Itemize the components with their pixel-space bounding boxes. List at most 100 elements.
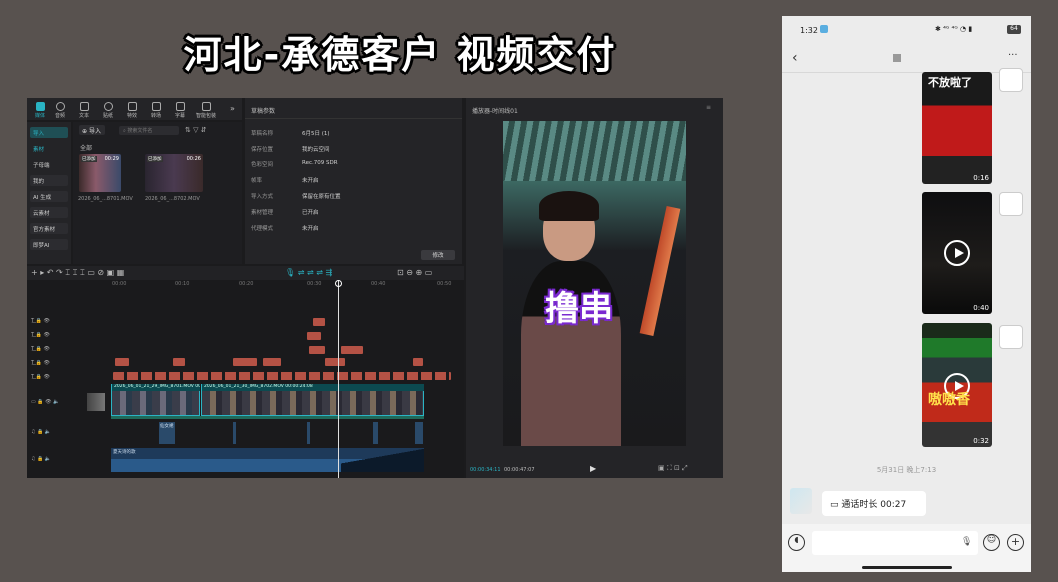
track-controls[interactable]: ▭ 🔒 👁 🔈: [31, 399, 59, 405]
track-controls[interactable]: T͟ 🔒 👁: [31, 374, 50, 380]
plus-icon[interactable]: +: [1007, 534, 1024, 551]
track-controls[interactable]: ♫ 🔒 🔈: [31, 429, 51, 435]
sort-icon[interactable]: ⇅ ▽ ⇵: [185, 126, 207, 134]
sidebar-item-sub[interactable]: 子母端: [30, 159, 68, 170]
sidebar-item-material[interactable]: 素材: [30, 143, 68, 154]
back-icon[interactable]: ‹: [792, 50, 798, 66]
text-clip[interactable]: [313, 318, 325, 326]
audio-clip[interactable]: [373, 422, 378, 444]
app-notification-icon: [820, 25, 828, 33]
playhead[interactable]: [338, 280, 339, 478]
tool-smart-pack[interactable]: 智能包装: [193, 102, 219, 119]
video-call-icon: ▭: [830, 500, 842, 510]
avatar[interactable]: [999, 68, 1023, 92]
clip-audio-wave: [111, 416, 424, 419]
microphone-icon[interactable]: 🎙: [961, 537, 972, 547]
sender-avatar[interactable]: [790, 488, 812, 514]
text-clip[interactable]: [307, 332, 321, 340]
media-clip-name: 2026_06_...8701.MOV: [78, 196, 133, 202]
smart-pack-icon: [201, 102, 211, 111]
status-icons: ✱ ⁴ᴳ ⁴ᴳ ◔ ▮: [935, 25, 973, 33]
audio-clip[interactable]: 仙女裙: [159, 422, 175, 444]
canopy-image: [503, 121, 686, 181]
media-clip-thumbnail[interactable]: 已添加 00:26: [145, 154, 203, 192]
sidebar-item-official[interactable]: 官方素材: [30, 223, 68, 234]
avatar[interactable]: [999, 325, 1023, 349]
player-title: 播放器-时间线01: [472, 108, 518, 115]
input-bar: ◖ 🎙 ☺ +: [782, 524, 1031, 572]
text-clip[interactable]: [233, 358, 257, 366]
music-clip[interactable]: 夏天诗的歌: [111, 448, 424, 472]
timeline-panel: + ▸ ↶ ↷ ⌶ ⌶ ⌶ ▭ ⊘ ▣ ▦ 🎙 ⇌ ⇌ ⇌ ⇶ ⊡ ⊖ ⊕ ▭ …: [27, 266, 464, 478]
tool-transition[interactable]: 转场: [145, 102, 167, 119]
sidebar-item-import[interactable]: 导入: [30, 127, 68, 138]
media-icon: [35, 102, 45, 111]
message-input[interactable]: [812, 531, 978, 555]
tool-media[interactable]: 媒体: [29, 102, 51, 119]
tool-effects[interactable]: 特效: [121, 102, 143, 119]
audio-clip[interactable]: [307, 422, 310, 444]
text-clip[interactable]: [309, 346, 325, 354]
sidebar-item-cloud[interactable]: 云素材: [30, 207, 68, 218]
audio-clip[interactable]: [233, 422, 236, 444]
video-message[interactable]: 不放啦了 0:16: [922, 72, 992, 184]
text-clip[interactable]: [115, 358, 129, 366]
video-preview[interactable]: 撸串: [503, 121, 686, 446]
text-clip[interactable]: [413, 358, 423, 366]
tool-text[interactable]: 文本: [73, 102, 95, 119]
track-controls[interactable]: T͟ 🔒 👁: [31, 346, 50, 352]
sidebar-item-mine[interactable]: 我的: [30, 175, 68, 186]
video-message[interactable]: 嗷嗷香 0:32: [922, 323, 992, 447]
play-icon[interactable]: ▶: [590, 464, 596, 473]
more-icon[interactable]: ···: [1008, 50, 1018, 61]
prop-label: 导入方式: [251, 194, 274, 200]
toolbar-more-icon[interactable]: »: [230, 104, 235, 113]
prop-label: 草稿名称: [251, 131, 274, 137]
edit-button[interactable]: 修改: [421, 250, 455, 260]
play-icon[interactable]: [944, 240, 970, 266]
playhead-handle[interactable]: [335, 280, 342, 287]
timeline-link-icon[interactable]: 🎙 ⇌ ⇌ ⇌ ⇶: [285, 268, 332, 277]
audio-clip[interactable]: [415, 422, 423, 444]
call-record-bubble[interactable]: ▭ 通话时长 00:27: [822, 491, 926, 516]
tool-audio[interactable]: 音频: [49, 102, 71, 119]
track-controls[interactable]: ♫ 🔒 🔈: [31, 456, 51, 462]
tool-subtitle[interactable]: 字幕: [169, 102, 191, 119]
zoom-controls-icon[interactable]: ⊡ ⊖ ⊕ ▭: [397, 268, 432, 277]
avatar[interactable]: [999, 192, 1023, 216]
cover-thumbnail[interactable]: [87, 393, 105, 411]
timeline-toolbar: + ▸ ↶ ↷ ⌶ ⌶ ⌶ ▭ ⊘ ▣ ▦ 🎙 ⇌ ⇌ ⇌ ⇶ ⊡ ⊖ ⊕ ▭: [27, 266, 464, 280]
track-controls[interactable]: T͟ 🔒 👁: [31, 318, 50, 324]
search-input[interactable]: ⌕ 搜索文件名: [119, 126, 179, 135]
main-video-clip[interactable]: 2026_06_01_21_30_IMG_8702.MOV 00:00:24:0…: [201, 384, 424, 416]
text-clip[interactable]: [263, 358, 281, 366]
video-message[interactable]: 0:40: [922, 192, 992, 314]
plus-icon: ⊕: [82, 128, 89, 135]
track-controls[interactable]: T͟ 🔒 👁: [31, 360, 50, 366]
tool-sticker[interactable]: 贴纸: [97, 102, 119, 119]
timeline-tools-icon[interactable]: + ▸ ↶ ↷ ⌶ ⌶ ⌶ ▭ ⊘ ▣ ▦: [31, 268, 124, 278]
sticker-icon: [103, 102, 113, 111]
import-button[interactable]: ⊕ 导入: [79, 125, 105, 135]
media-browser: ⊕ 导入 ⌕ 搜索文件名 ⇅ ▽ ⇵ 全部 已添加 00:29 2026_06_…: [73, 122, 242, 264]
phone-chat-screen: 1:32 ✱ ⁴ᴳ ⁴ᴳ ◔ ▮ 64 ‹ ··· 不放啦了 0:16 0:40…: [782, 16, 1031, 572]
divider: [782, 72, 1031, 73]
text-clip[interactable]: [173, 358, 185, 366]
track-controls[interactable]: T͟ 🔒 👁: [31, 332, 50, 338]
current-time: 00:00:34:11: [470, 467, 501, 473]
status-time: 1:32: [800, 26, 818, 35]
text-clip[interactable]: [325, 358, 345, 366]
prop-label: 保存位置: [251, 147, 274, 153]
player-controls-icon[interactable]: ▣ ⛶ ⊡ ⤢: [658, 464, 688, 473]
voice-toggle-icon[interactable]: ◖: [788, 534, 805, 551]
text-clip[interactable]: [341, 346, 363, 354]
sidebar-item-jimeng[interactable]: 即梦AI: [30, 239, 68, 250]
emoji-icon[interactable]: ☺: [983, 534, 1000, 551]
subtitle-icon: [175, 102, 185, 111]
media-clip-thumbnail[interactable]: 已添加 00:29: [79, 154, 121, 192]
main-video-clip[interactable]: 2026_06_01_21_29_IMG_8701.MOV 00:00:29:0…: [111, 384, 200, 416]
text-clip-track[interactable]: [113, 372, 451, 380]
audio-icon: [55, 102, 65, 111]
menu-icon[interactable]: ≡: [706, 104, 711, 111]
sidebar-item-ai[interactable]: AI 生成: [30, 191, 68, 202]
